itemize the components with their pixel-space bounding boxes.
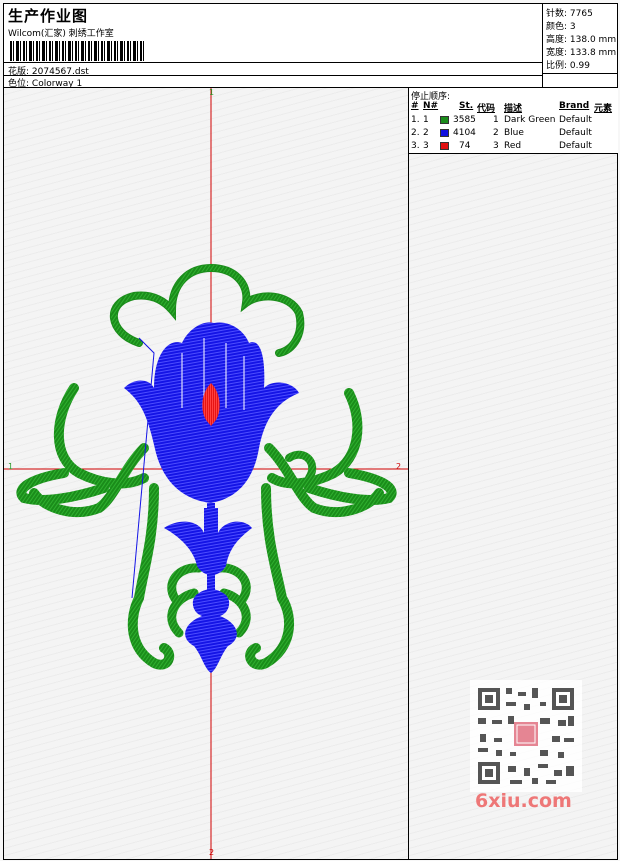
blue-lower-bud [185, 589, 237, 673]
stat-width: 宽度: 133.8 mm [546, 48, 617, 58]
green-left-leaf [16, 383, 149, 517]
header-stitches: St. [459, 101, 474, 111]
header-n: N# [423, 101, 439, 111]
divider [4, 75, 542, 76]
green-left-stem [127, 483, 175, 670]
divider [4, 62, 542, 63]
header-panel: 生产作业图 Wilcom(汇家) 刺绣工作室 花版: 2074567.dst 色… [3, 3, 618, 89]
green-right-stem [245, 483, 295, 670]
stat-height: 高度: 138.0 mm [546, 35, 617, 45]
axis-label-left: 1 [8, 462, 14, 471]
embroidery-design [4, 88, 408, 859]
color-swatch-blue [440, 129, 449, 137]
watermark-text: 6xiu.com [475, 790, 572, 812]
stat-scale: 比例: 0.99 [546, 61, 590, 71]
production-sheet: 生产作业图 Wilcom(汇家) 刺绣工作室 花版: 2074567.dst 色… [0, 0, 620, 861]
header-code: 代码 [477, 104, 496, 114]
stat-stitches: 针数: 7765 [546, 9, 593, 19]
header-brand: Brand [559, 101, 590, 111]
header-index: # [411, 101, 419, 111]
studio-name: Wilcom(汇家) 刺绣工作室 [8, 29, 114, 39]
seal-stamp [514, 722, 538, 746]
barcode [10, 41, 144, 61]
axis-label-right: 2 [396, 462, 402, 471]
sheet-title: 生产作业图 [8, 7, 89, 25]
stats-panel: 针数: 7765 颜色: 3 高度: 138.0 mm 宽度: 133.8 mm… [542, 4, 618, 87]
axis-label-bottom: 2 [209, 848, 215, 857]
color-swatch-green [440, 116, 449, 124]
green-right-leaf [264, 388, 397, 517]
divider [543, 73, 618, 74]
axis-label-top: 1 [209, 88, 215, 97]
header-desc: 描述 [504, 104, 523, 114]
stat-colors: 颜色: 3 [546, 22, 576, 32]
design-canvas[interactable]: 1 2 1 2 [3, 88, 409, 860]
watermark: 6xiu.com [470, 680, 582, 815]
color-swatch-red [440, 142, 449, 150]
header-element: 元素 [594, 104, 613, 114]
stop-sequence-table: 停止顺序: # N# St. 代码 描述 Brand 元素 1. 1 3585 … [409, 88, 618, 154]
